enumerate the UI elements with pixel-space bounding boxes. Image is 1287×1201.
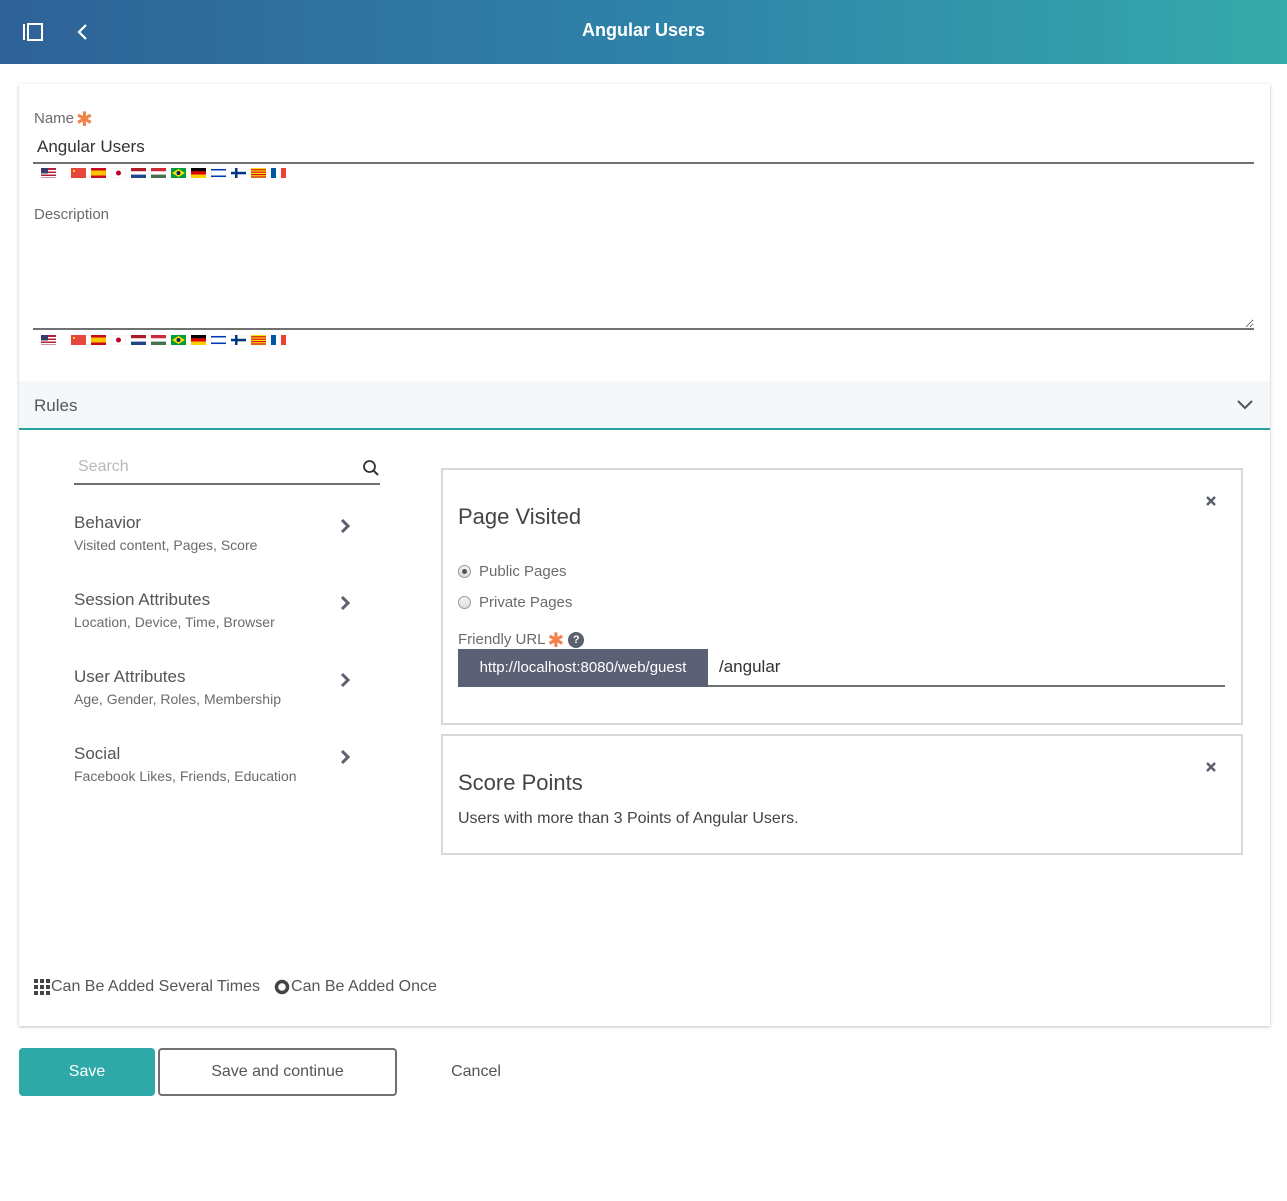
flag-japan-icon[interactable]: [111, 335, 126, 345]
rule-title: Score Points: [458, 770, 583, 795]
category-name: Social: [74, 744, 121, 763]
flag-finland-icon[interactable]: [231, 335, 246, 345]
category-behavior[interactable]: Behavior Visited content, Pages, Score: [74, 513, 364, 563]
flag-brazil-icon[interactable]: [171, 335, 186, 345]
rule-description: Users with more than 3 Points of Angular…: [458, 810, 799, 827]
close-icon[interactable]: [1205, 761, 1217, 773]
legend-once: Can Be Added Once: [291, 978, 437, 995]
top-bar: Angular Users: [0, 0, 1287, 64]
radio-label: Public Pages: [479, 563, 567, 580]
radio-button[interactable]: [458, 596, 471, 609]
category-session-attributes[interactable]: Session Attributes Location, Device, Tim…: [74, 590, 364, 640]
flag-us-icon[interactable]: [41, 168, 56, 178]
rules-search-input[interactable]: [74, 451, 380, 485]
chevron-right-icon[interactable]: [339, 748, 351, 766]
name-label: Name ✱: [34, 104, 93, 131]
flag-spain-icon[interactable]: [91, 335, 106, 345]
description-locale-flags: [41, 335, 291, 355]
flag-china-icon[interactable]: [71, 335, 86, 345]
category-user-attributes[interactable]: User Attributes Age, Gender, Roles, Memb…: [74, 667, 364, 717]
chevron-right-icon[interactable]: [339, 594, 351, 612]
rule-title: Page Visited: [458, 504, 582, 529]
save-button[interactable]: Save: [19, 1048, 155, 1096]
flag-brazil-icon[interactable]: [171, 168, 186, 178]
segment-form-card: Name✱ Description Rules: [19, 84, 1270, 1026]
friendly-url-prefix: http://localhost:8080/web/guest: [458, 649, 708, 687]
flag-netherlands-icon[interactable]: [131, 335, 146, 345]
flag-germany-icon[interactable]: [191, 168, 206, 178]
flag-netherlands-icon[interactable]: [131, 168, 146, 178]
flag-catalonia-icon[interactable]: [251, 335, 266, 345]
cancel-button[interactable]: Cancel: [410, 1048, 542, 1096]
rule-score-points: Score Points Users with more than 3 Poin…: [441, 734, 1243, 855]
save-and-continue-button[interactable]: Save and continue: [158, 1048, 397, 1096]
rules-panel-header[interactable]: Rules: [19, 381, 1270, 430]
name-label-text: Name: [34, 110, 75, 127]
circle-icon: [274, 979, 290, 995]
flag-us-icon[interactable]: [41, 335, 56, 345]
flag-france-icon[interactable]: [271, 335, 286, 345]
chevron-down-icon[interactable]: [1236, 399, 1254, 411]
flag-hungary-icon[interactable]: [151, 335, 166, 345]
category-description: Age, Gender, Roles, Membership: [74, 691, 281, 707]
radio-button-selected[interactable]: [458, 565, 471, 578]
legend-several-times: Can Be Added Several Times: [51, 978, 261, 995]
flag-israel-icon[interactable]: [211, 168, 226, 178]
grid-icon: [34, 979, 50, 995]
category-description: Location, Device, Time, Browser: [74, 614, 275, 630]
rule-page-visited: Page Visited Public Pages Private Pages …: [441, 468, 1243, 725]
friendly-url-input[interactable]: [708, 649, 1225, 687]
flag-france-icon[interactable]: [271, 168, 286, 178]
flag-hungary-icon[interactable]: [151, 168, 166, 178]
description-input[interactable]: [33, 232, 1254, 330]
flag-germany-icon[interactable]: [191, 335, 206, 345]
friendly-url-label-text: Friendly URL: [458, 631, 546, 648]
category-name: User Attributes: [74, 667, 186, 686]
required-icon: ✱: [76, 109, 93, 131]
chevron-right-icon[interactable]: [339, 671, 351, 689]
rules-legend: Can Be Added Several Times Can Be Added …: [34, 978, 437, 996]
chevron-right-icon[interactable]: [339, 517, 351, 535]
search-icon[interactable]: [362, 459, 380, 477]
help-icon[interactable]: ?: [568, 631, 585, 648]
category-description: Visited content, Pages, Score: [74, 537, 258, 553]
category-name: Session Attributes: [74, 590, 211, 609]
name-locale-flags: [41, 168, 291, 188]
flag-catalonia-icon[interactable]: [251, 168, 266, 178]
radio-label: Private Pages: [479, 594, 573, 611]
radio-private-pages[interactable]: Private Pages: [458, 594, 572, 611]
flag-japan-icon[interactable]: [111, 168, 126, 178]
category-description: Facebook Likes, Friends, Education: [74, 768, 297, 784]
flag-china-icon[interactable]: [71, 168, 86, 178]
category-name: Behavior: [74, 513, 142, 532]
description-label: Description: [34, 206, 110, 223]
flag-finland-icon[interactable]: [231, 168, 246, 178]
flag-spain-icon[interactable]: [91, 168, 106, 178]
close-icon[interactable]: [1205, 495, 1217, 507]
page-title: Angular Users: [581, 20, 706, 40]
radio-public-pages[interactable]: Public Pages: [458, 563, 567, 580]
name-input[interactable]: [33, 132, 1254, 164]
category-social[interactable]: Social Facebook Likes, Friends, Educatio…: [74, 744, 364, 794]
rules-title: Rules: [34, 396, 78, 415]
flag-israel-icon[interactable]: [211, 335, 226, 345]
